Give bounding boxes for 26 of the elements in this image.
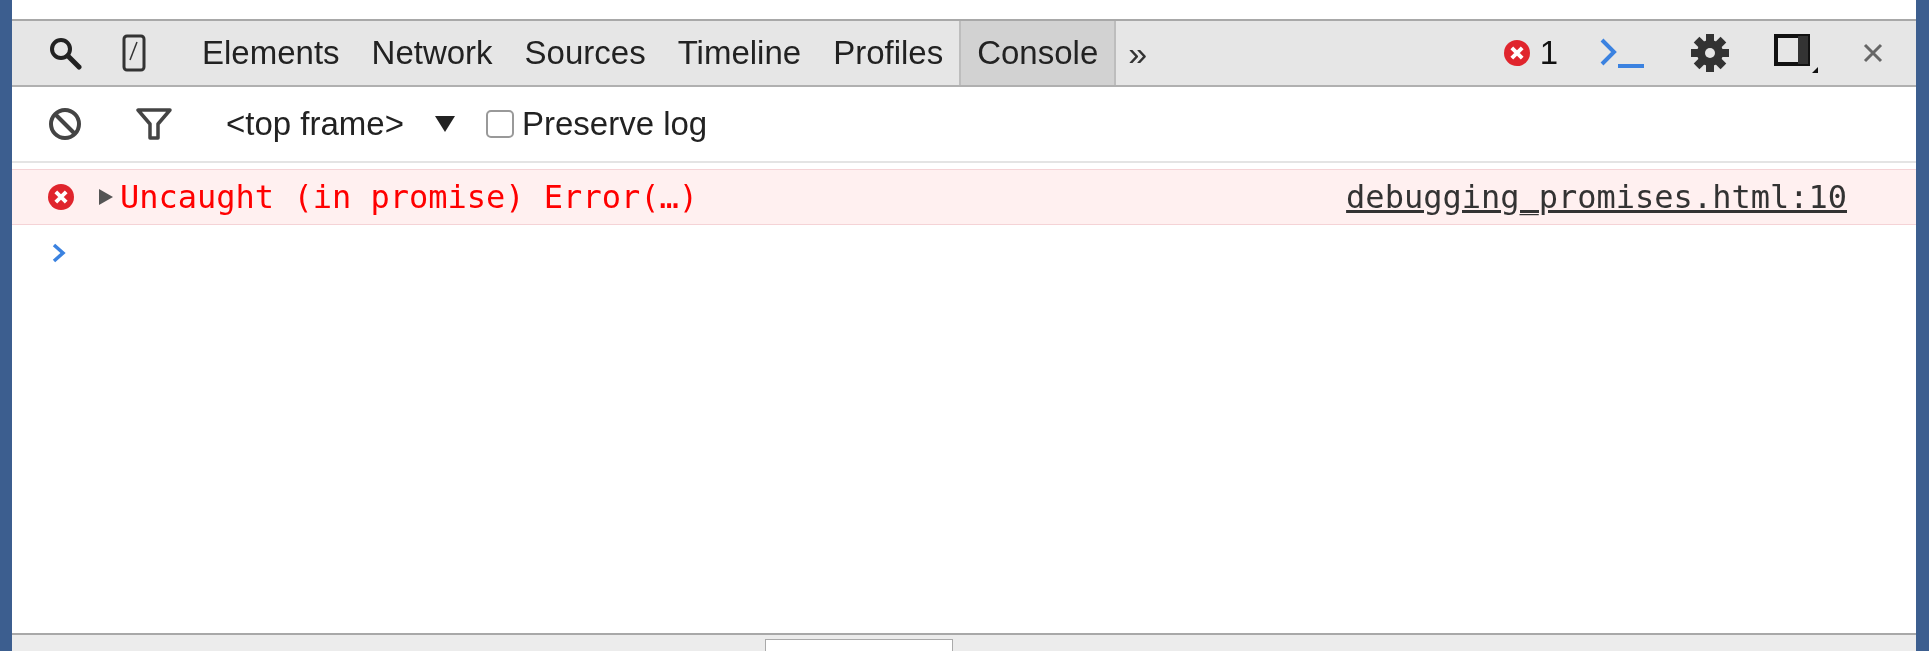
error-icon [48, 184, 74, 210]
settings-icon[interactable] [1690, 33, 1730, 73]
error-count-button[interactable]: 1 [1503, 34, 1558, 72]
panel-tab[interactable]: Profiles [817, 21, 960, 85]
checkbox-label[interactable]: Preserve log [521, 105, 708, 143]
error-icon [1503, 40, 1530, 66]
source-link[interactable]: debugging_promises.html:10 [1346, 178, 1847, 216]
expand-triangle-icon[interactable] [98, 188, 114, 206]
search-icon[interactable] [48, 36, 82, 70]
panel-tab[interactable]: Timeline [661, 21, 818, 85]
panel-tab[interactable]: Elements [186, 21, 356, 85]
console-prompt-icon[interactable] [1598, 36, 1646, 70]
prompt-chevron-icon [52, 243, 66, 263]
clear-icon[interactable] [48, 107, 82, 141]
phone-icon[interactable] [122, 34, 146, 72]
panel-tab[interactable]: Console [959, 21, 1117, 85]
filter-icon[interactable] [136, 107, 172, 141]
frame-dropdown[interactable]: <top frame> [226, 105, 456, 143]
panel-tab[interactable]: Network [355, 21, 509, 85]
dock-icon[interactable] [1774, 33, 1818, 73]
close-icon[interactable] [1862, 42, 1884, 64]
dropdown-arrow-icon [433, 115, 456, 133]
more-tabs-button[interactable]: » [1116, 33, 1160, 73]
error-message: Uncaught (in promise) Error(…) [120, 178, 699, 216]
panel-tab[interactable]: Sources [508, 21, 662, 85]
checkbox[interactable] [485, 110, 514, 138]
